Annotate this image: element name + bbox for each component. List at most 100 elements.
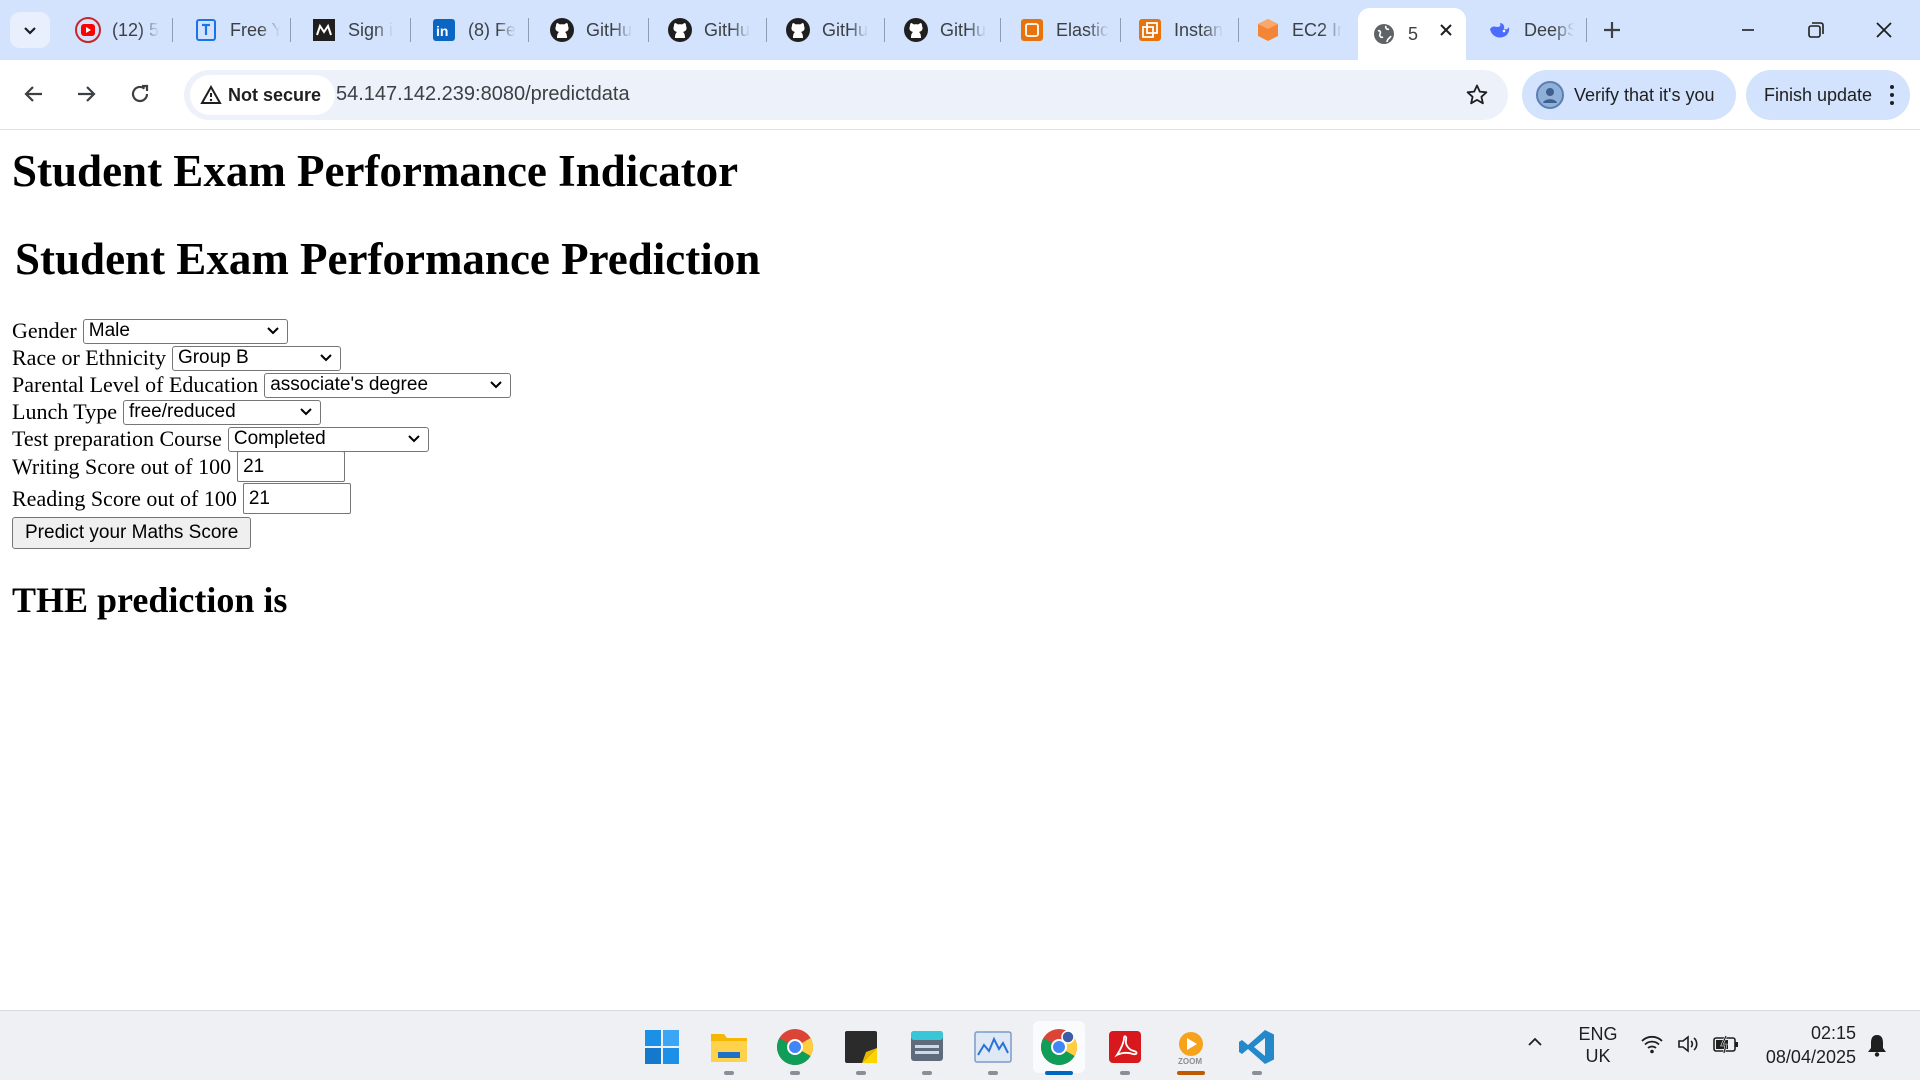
taskbar-sticky-notes[interactable] (835, 1021, 887, 1075)
task-manager-icon (974, 1031, 1012, 1063)
tab-title: Instan (1174, 19, 1224, 40)
tab-title: Sign i (348, 19, 394, 40)
forward-button[interactable] (66, 74, 106, 114)
tab-youtube[interactable]: (12) 5 (62, 8, 162, 52)
show-hidden-icons-button[interactable] (1526, 1033, 1544, 1056)
tab-github[interactable]: GitHu (654, 8, 754, 52)
lunch-row: Lunch Type free/reduced (12, 399, 321, 425)
active-indicator (1045, 1071, 1073, 1075)
region-code: UK (1585, 1046, 1611, 1066)
github-icon (548, 16, 576, 44)
new-tab-button[interactable] (1596, 14, 1628, 46)
tab-github[interactable]: GitHu (890, 8, 990, 52)
chrome-active-icon (1040, 1029, 1078, 1066)
minimize-button[interactable] (1724, 10, 1772, 50)
running-indicator (724, 1071, 734, 1075)
ethnicity-label: Race or Ethnicity (12, 345, 166, 370)
running-indicator (1252, 1071, 1262, 1075)
tutorial-icon (192, 16, 220, 44)
back-button[interactable] (14, 74, 54, 114)
gender-select[interactable]: Male (82, 318, 288, 344)
clock-date: 08/04/2025 (1765, 1047, 1856, 1067)
taskbar-zoom[interactable]: ZOOM (1165, 1021, 1217, 1075)
language-code: ENG (1578, 1024, 1618, 1044)
tab-separator (290, 18, 291, 42)
warning-icon (200, 85, 222, 104)
github-icon (902, 16, 930, 44)
profile-label: Verify that it's you (1574, 84, 1715, 105)
tab-deepseek[interactable]: DeepS (1474, 8, 1574, 52)
lunch-select[interactable]: free/reduced (122, 399, 321, 425)
tab-title: 5 (1408, 23, 1419, 44)
vscode-icon (1239, 1030, 1274, 1064)
tab-active-predictdata[interactable]: 5 (1358, 8, 1466, 60)
tab-sign-in[interactable]: Sign i (298, 8, 398, 52)
tab-separator (1586, 18, 1587, 42)
url-text[interactable]: 54.147.142.239:8080/predictdata (336, 83, 630, 106)
bell-icon (1868, 1035, 1886, 1057)
taskbar-acrobat[interactable] (1099, 1021, 1151, 1075)
tab-github[interactable]: GitHu (772, 8, 872, 52)
page-title: Student Exam Performance Indicator (12, 146, 739, 196)
coursera-icon (310, 16, 338, 44)
close-window-button[interactable] (1860, 10, 1908, 50)
test-prep-select[interactable]: Completed (227, 426, 429, 452)
taskbar-keyboard-app[interactable] (901, 1021, 953, 1075)
test-prep-value: Completed (233, 428, 326, 449)
running-indicator (922, 1071, 932, 1075)
reading-value: 21 (248, 487, 270, 509)
reading-score-input[interactable]: 21 (242, 483, 351, 514)
input-language-indicator[interactable]: ENG UK (1576, 1023, 1620, 1067)
taskbar-file-explorer[interactable] (703, 1021, 755, 1075)
taskbar-chrome-active[interactable] (1033, 1021, 1085, 1075)
tab-instances[interactable]: Instan (1124, 8, 1234, 52)
close-tab-icon[interactable] (1436, 20, 1456, 40)
more-menu-icon[interactable] (1890, 85, 1895, 105)
site-security-chip[interactable]: Not secure (190, 75, 336, 115)
reload-button[interactable] (120, 74, 160, 114)
chevron-down-icon (320, 353, 332, 361)
education-value: associate's degree (270, 374, 429, 395)
star-icon (1466, 84, 1488, 105)
reading-row: Reading Score out of 100 21 (12, 483, 351, 514)
back-arrow-icon (24, 86, 42, 102)
notifications-button[interactable] (1866, 1033, 1888, 1062)
web-page: Student Exam Performance Indicator Stude… (0, 131, 1920, 1009)
system-tray-status[interactable] (1640, 1033, 1740, 1055)
start-button[interactable] (636, 1021, 688, 1073)
restore-button[interactable] (1792, 10, 1840, 50)
tab-ec2[interactable]: EC2 Ir (1242, 8, 1342, 52)
tab-github[interactable]: GitHu (536, 8, 636, 52)
forward-arrow-icon (78, 86, 96, 102)
tab-title: (8) Fe (468, 19, 517, 40)
zoom-icon: ZOOM (1178, 1032, 1203, 1066)
windows-taskbar: ZOOM ENG UK 02:15 08/04/2025 (0, 1010, 1920, 1080)
linkedin-icon: in (430, 16, 458, 44)
aws-ec2-icon (1254, 16, 1282, 44)
chevron-down-icon (300, 407, 312, 415)
taskbar-chrome[interactable] (769, 1021, 821, 1075)
education-select[interactable]: associate's degree (264, 372, 512, 398)
tab-search-button[interactable] (10, 12, 50, 48)
taskbar-task-manager[interactable] (967, 1021, 1019, 1075)
writing-score-input[interactable]: 21 (237, 451, 346, 482)
tab-separator (528, 18, 529, 42)
profile-verify-button[interactable]: Verify that it's you (1522, 70, 1736, 120)
address-bar[interactable]: Not secure 54.147.142.239:8080/predictda… (184, 70, 1508, 120)
running-indicator (856, 1071, 866, 1075)
sticky-notes-icon (845, 1031, 877, 1063)
predict-button[interactable]: Predict your Maths Score (12, 517, 252, 549)
running-indicator (988, 1071, 998, 1075)
taskbar-clock[interactable]: 02:15 08/04/2025 (1766, 1021, 1856, 1069)
tab-separator (410, 18, 411, 42)
finish-update-button[interactable]: Finish update (1746, 70, 1910, 120)
ethnicity-select[interactable]: Group B (171, 345, 341, 371)
tab-elastic-beanstalk[interactable]: Elastic (1006, 8, 1112, 52)
tab-separator (1000, 18, 1001, 42)
tab-free[interactable]: Free Y (180, 8, 280, 52)
taskbar-vscode[interactable] (1231, 1021, 1283, 1075)
bookmark-star-button[interactable] (1464, 82, 1490, 108)
tab-title: GitHu (704, 19, 751, 40)
tab-linkedin[interactable]: in (8) Fe (418, 8, 518, 52)
github-icon (784, 16, 812, 44)
